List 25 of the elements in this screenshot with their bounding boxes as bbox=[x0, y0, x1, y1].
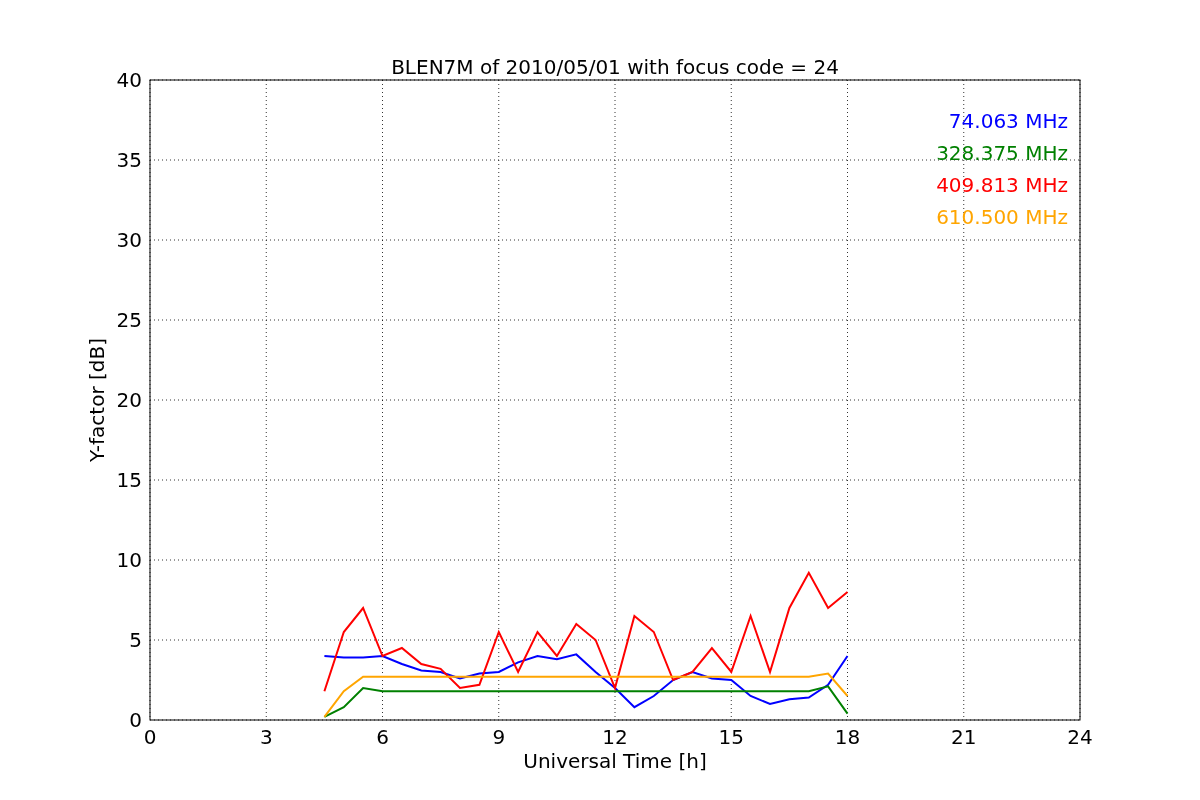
tick-label: 15 bbox=[718, 725, 744, 749]
legend-label: 328.375 MHz bbox=[936, 141, 1068, 165]
tick-label: 9 bbox=[492, 725, 506, 749]
tick-label: 10 bbox=[116, 548, 142, 572]
tick-label: 12 bbox=[602, 725, 628, 749]
legend-label: 610.500 MHz bbox=[936, 205, 1068, 229]
tick-label: 0 bbox=[129, 708, 142, 732]
tick-label: 35 bbox=[116, 148, 142, 172]
tick-label: 40 bbox=[116, 68, 142, 92]
axis-label: Y-factor [dB] bbox=[85, 338, 109, 462]
tick-label: 5 bbox=[129, 628, 142, 652]
legend-label: 74.063 MHz bbox=[948, 109, 1068, 133]
tick-label: 30 bbox=[116, 228, 142, 252]
tick-label: 25 bbox=[116, 308, 142, 332]
legend-label: 409.813 MHz bbox=[936, 173, 1068, 197]
axis-label: Universal Time [h] bbox=[523, 749, 707, 773]
tick-label: 15 bbox=[116, 468, 142, 492]
tick-label: 3 bbox=[259, 725, 273, 749]
tick-label: 21 bbox=[951, 725, 977, 749]
tick-label: 0 bbox=[143, 725, 157, 749]
tick-label: 6 bbox=[376, 725, 389, 749]
tick-label: 24 bbox=[1067, 725, 1093, 749]
tick-label: 18 bbox=[834, 725, 861, 749]
tick-label: 20 bbox=[116, 388, 142, 412]
chart-title: BLEN7M of 2010/05/01 with focus code = 24 bbox=[391, 55, 839, 79]
